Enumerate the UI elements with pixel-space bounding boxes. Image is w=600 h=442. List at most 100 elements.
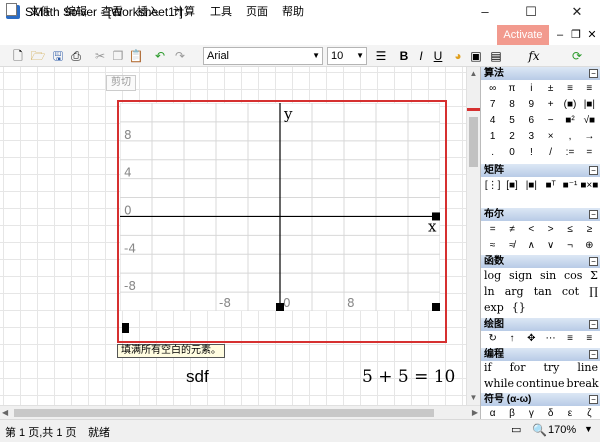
arithmetic-key[interactable]: (■) xyxy=(560,97,579,113)
arithmetic-key[interactable]: 7 xyxy=(483,97,502,113)
scroll-down-icon[interactable]: ▼ xyxy=(467,391,480,405)
symbol-key[interactable]: δ xyxy=(541,406,560,419)
arithmetic-key[interactable]: ≡ xyxy=(580,81,599,97)
plot-tool-key[interactable]: ✥ xyxy=(522,331,541,347)
arithmetic-key[interactable]: |■| xyxy=(580,97,599,113)
function-key[interactable]: {} xyxy=(511,300,527,316)
boolean-key[interactable]: ∨ xyxy=(541,238,560,254)
boolean-key[interactable]: ⊕ xyxy=(580,238,599,254)
scroll-right-icon[interactable]: ▶ xyxy=(472,406,478,420)
programming-key[interactable]: break xyxy=(566,376,600,392)
function-key[interactable]: log xyxy=(483,268,502,284)
programming-key[interactable]: line xyxy=(576,360,599,376)
menu-calculate[interactable]: 计算 xyxy=(173,3,195,19)
font-size-select[interactable]: 10 ▼ xyxy=(327,47,367,65)
arithmetic-key[interactable]: , xyxy=(560,129,579,145)
math-expression[interactable]: 5 + 5 = 10 xyxy=(362,367,455,387)
cut-icon[interactable]: ✂ xyxy=(92,48,108,64)
document-icon[interactable] xyxy=(6,3,17,16)
menu-view[interactable]: 查看 xyxy=(101,3,123,19)
panel-header-arithmetic[interactable]: 算法 − xyxy=(481,67,600,80)
symbol-key[interactable]: ζ xyxy=(580,406,599,419)
close-button[interactable]: ✕ xyxy=(554,0,600,24)
resize-handle[interactable] xyxy=(432,212,440,221)
boolean-key[interactable]: < xyxy=(522,222,541,238)
panel-header-matrix[interactable]: 矩阵 − xyxy=(481,164,600,177)
minimize-button[interactable]: – xyxy=(462,0,508,24)
menu-tools[interactable]: 工具 xyxy=(210,3,232,19)
print-icon[interactable]: ⎙ xyxy=(68,48,84,64)
matrix-key[interactable]: ■ᵀ xyxy=(541,178,560,194)
function-key[interactable]: arg xyxy=(504,284,525,300)
cut-hint-button[interactable]: 剪切 xyxy=(106,75,136,91)
arithmetic-key[interactable]: . xyxy=(483,145,502,161)
scroll-up-icon[interactable]: ▲ xyxy=(467,67,480,81)
page-layout-icon[interactable]: ▭ xyxy=(511,423,521,436)
collapse-icon[interactable]: − xyxy=(589,69,598,78)
arithmetic-key[interactable]: 6 xyxy=(522,113,541,129)
arithmetic-key[interactable]: → xyxy=(580,129,599,145)
collapse-icon[interactable]: − xyxy=(589,395,598,404)
arithmetic-key[interactable]: / xyxy=(541,145,560,161)
function-key[interactable]: ∏ xyxy=(588,284,599,300)
arithmetic-key[interactable]: i xyxy=(522,81,541,97)
menu-page[interactable]: 页面 xyxy=(246,3,268,19)
open-folder-icon[interactable]: 🗁 xyxy=(30,48,46,64)
mdi-restore-button[interactable]: ❐ xyxy=(568,26,584,44)
menu-edit[interactable]: 编辑 xyxy=(65,3,87,19)
arithmetic-key[interactable]: ■² xyxy=(560,113,579,129)
function-key[interactable]: Σ xyxy=(589,268,599,284)
text-region[interactable]: sdf xyxy=(186,367,209,387)
function-key[interactable]: cot xyxy=(561,284,580,300)
symbol-key[interactable]: ε xyxy=(560,406,579,419)
worksheet-canvas[interactable]: 剪切 xy 8 4 0 -4 -8 -8 0 8 填满所有空白的元素。 sdf 5 + 5 =… xyxy=(0,67,466,405)
undo-icon[interactable]: ↶ xyxy=(152,48,168,64)
save-icon[interactable]: 🖫 xyxy=(50,48,66,64)
underline-icon[interactable]: U xyxy=(430,48,446,64)
arithmetic-key[interactable]: + xyxy=(541,97,560,113)
programming-key[interactable]: while xyxy=(483,376,515,392)
function-button[interactable]: fx xyxy=(526,48,542,64)
menu-insert[interactable]: 插入 xyxy=(137,3,159,19)
arithmetic-key[interactable]: 2 xyxy=(502,129,521,145)
boolean-key[interactable]: ≠ xyxy=(502,222,521,238)
arithmetic-key[interactable]: 4 xyxy=(483,113,502,129)
resize-handle[interactable] xyxy=(432,303,440,311)
menu-file[interactable]: 文件 xyxy=(29,3,51,19)
matrix-key[interactable]: ■⁻¹ xyxy=(560,178,579,194)
arithmetic-key[interactable]: 1 xyxy=(483,129,502,145)
arithmetic-key[interactable]: = xyxy=(580,145,599,161)
function-key[interactable]: cos xyxy=(563,268,583,284)
plot-tool-key[interactable]: ↑ xyxy=(502,331,521,347)
align-icon[interactable]: ☰ xyxy=(373,48,389,64)
boolean-key[interactable]: ¬ xyxy=(560,238,579,254)
function-key[interactable]: ln xyxy=(483,284,496,300)
arithmetic-key[interactable]: 3 xyxy=(522,129,541,145)
programming-key[interactable]: try xyxy=(542,360,560,376)
matrix-key[interactable]: [⋮] xyxy=(483,178,502,194)
arithmetic-key[interactable]: × xyxy=(541,129,560,145)
menu-help[interactable]: 帮助 xyxy=(282,3,304,19)
boolean-key[interactable]: ≥ xyxy=(580,222,599,238)
redo-icon[interactable]: ↷ xyxy=(172,48,188,64)
bold-icon[interactable]: B xyxy=(396,48,412,64)
vertical-scrollbar[interactable]: ▲ ▼ xyxy=(466,67,480,405)
arithmetic-key[interactable]: ≡ xyxy=(560,81,579,97)
collapse-icon[interactable]: − xyxy=(589,210,598,219)
arithmetic-key[interactable]: 0 xyxy=(502,145,521,161)
programming-key[interactable]: for xyxy=(509,360,527,376)
symbol-key[interactable]: α xyxy=(483,406,502,419)
format-icon[interactable]: ▤ xyxy=(488,48,504,64)
arithmetic-key[interactable]: ∞ xyxy=(483,81,502,97)
plot-tool-key[interactable]: ≡ xyxy=(580,331,599,347)
collapse-icon[interactable]: − xyxy=(589,166,598,175)
empty-placeholder[interactable] xyxy=(122,323,129,333)
boolean-key[interactable]: = xyxy=(483,222,502,238)
panel-header-plot[interactable]: 绘图 − xyxy=(481,318,600,331)
programming-key[interactable]: continue xyxy=(515,376,566,392)
arithmetic-key[interactable]: := xyxy=(560,145,579,161)
italic-icon[interactable]: I xyxy=(413,48,429,64)
copy-icon[interactable]: ❐ xyxy=(110,48,126,64)
border-icon[interactable]: ▣ xyxy=(468,48,484,64)
collapse-icon[interactable]: − xyxy=(589,350,598,359)
